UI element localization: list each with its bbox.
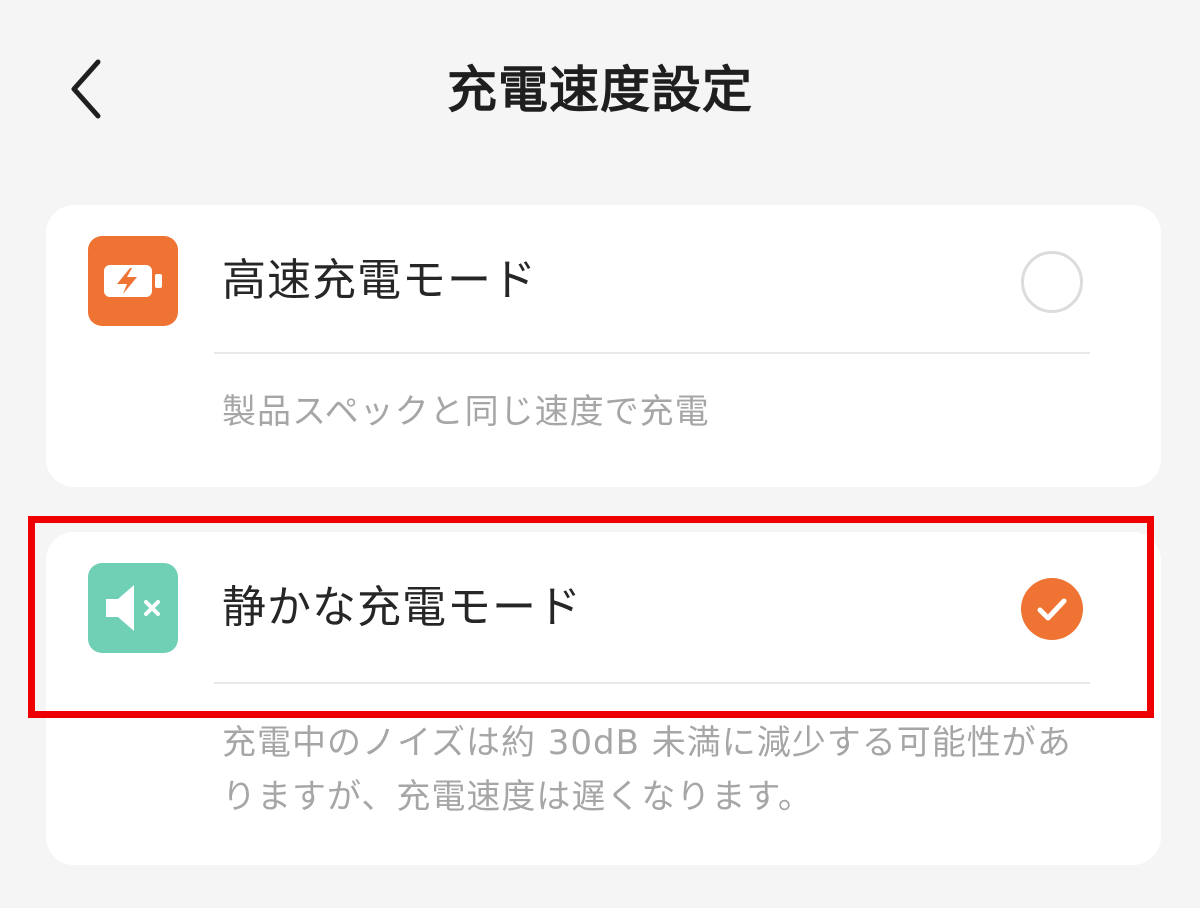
fast-charge-radio[interactable]	[1021, 251, 1083, 313]
fast-charge-mode-card[interactable]: 高速充電モード 製品スペックと同じ速度で充電	[46, 205, 1161, 487]
page-title: 充電速度設定	[447, 61, 753, 119]
quiet-charge-mode-card[interactable]: 静かな充電モード 充電中のノイズは約 30dB 未満に減少する可能性がありますが…	[46, 532, 1161, 865]
quiet-charge-radio[interactable]	[1021, 578, 1083, 640]
header: 充電速度設定	[0, 0, 1200, 180]
quiet-charge-mode-label: 静かな充電モード	[222, 582, 582, 633]
fast-charge-description: 製品スペックと同じ速度で充電	[222, 392, 710, 432]
divider	[214, 352, 1090, 354]
checkmark-icon	[1037, 598, 1067, 621]
battery-bolt-icon	[88, 236, 178, 326]
fast-charge-mode-label: 高速充電モード	[222, 255, 537, 306]
quiet-charge-description: 充電中のノイズは約 30dB 未満に減少する可能性がありますが、充電速度は遅くな…	[222, 723, 1072, 817]
speaker-mute-icon	[88, 563, 178, 653]
divider	[214, 682, 1090, 684]
